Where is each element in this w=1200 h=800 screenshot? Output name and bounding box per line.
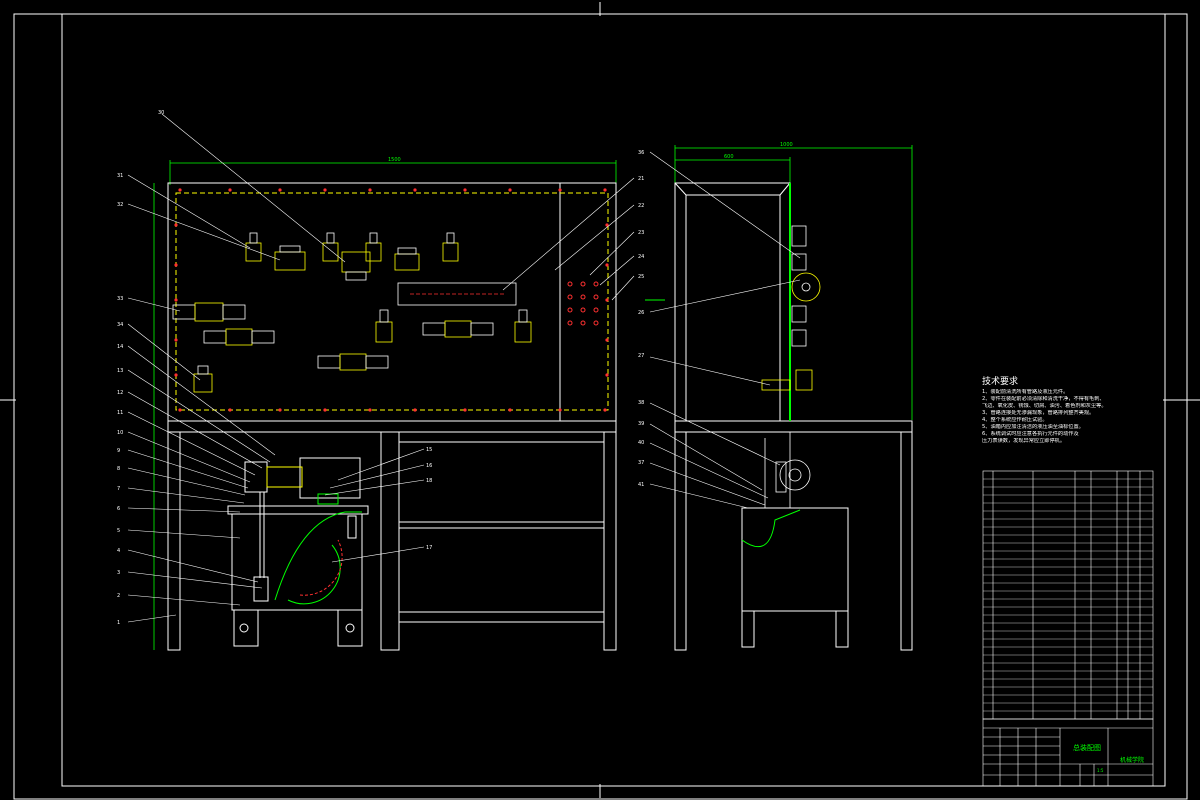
requirement-line: 飞边、氧化皮、锈蚀、切屑、油污、着色剂和灰尘等。	[982, 403, 1107, 409]
bom-rows	[983, 478, 1153, 712]
oil-tank	[227, 505, 369, 647]
front-panel	[167, 182, 617, 422]
panel-valves	[193, 232, 532, 393]
front-table-frame	[167, 420, 617, 651]
svg-text:11: 11	[117, 410, 123, 416]
side-callout-numbers: 36 26 27 38 39 40 37 41	[638, 150, 644, 488]
svg-text:25: 25	[638, 274, 644, 280]
svg-text:14: 14	[117, 344, 123, 350]
svg-text:17: 17	[426, 545, 432, 551]
svg-text:13: 13	[117, 368, 123, 374]
requirement-line: 2、零件在装配前必须清除和清洗干净，不得有毛刺、	[982, 396, 1105, 402]
scale-label: 1:5	[1097, 768, 1104, 773]
side-tank-cutaway	[741, 509, 801, 548]
title-block	[982, 718, 1154, 787]
requirement-line: 1、装配前清洗所有管路及液压元件。	[982, 389, 1069, 395]
bom-table	[982, 470, 1154, 720]
svg-text:3: 3	[117, 570, 120, 576]
svg-text:9: 9	[117, 448, 120, 454]
svg-text:8: 8	[117, 466, 120, 472]
svg-text:31: 31	[117, 173, 123, 179]
svg-text:38: 38	[638, 400, 644, 406]
svg-text:21: 21	[638, 176, 644, 182]
school-name: 机械学院	[1120, 756, 1144, 764]
directional-valves	[172, 282, 517, 371]
svg-text:1: 1	[117, 620, 120, 626]
svg-text:4: 4	[117, 548, 120, 554]
svg-text:7: 7	[117, 486, 120, 492]
svg-text:40: 40	[638, 440, 644, 446]
front-panel-dashed-border	[175, 192, 609, 411]
technical-requirements: 技术要求 1、装配前清洗所有管路及液压元件。 2、零件在装配前必须清除和清洗干净…	[982, 374, 1160, 445]
mounting-holes	[174, 188, 609, 412]
side-leaders	[649, 151, 801, 509]
svg-text:5: 5	[117, 528, 120, 534]
tank-cutaway	[274, 511, 362, 605]
requirements-title: 技术要求	[982, 377, 1019, 387]
svg-text:26: 26	[638, 310, 644, 316]
svg-text:30: 30	[158, 110, 164, 116]
svg-text:6: 6	[117, 506, 120, 512]
svg-text:33: 33	[117, 296, 123, 302]
svg-text:18: 18	[426, 478, 432, 484]
requirement-line: 压力表读数，发现异常应立即停机。	[982, 438, 1066, 444]
svg-text:2: 2	[117, 593, 120, 599]
svg-text:36: 36	[638, 150, 644, 156]
connector-grid	[567, 281, 599, 326]
svg-text:34: 34	[117, 322, 123, 328]
front-dimension-line	[153, 160, 617, 650]
svg-text:10: 10	[117, 430, 123, 436]
svg-text:23: 23	[638, 230, 644, 236]
side-dimension-label: 1000	[780, 142, 793, 148]
svg-text:24: 24	[638, 254, 644, 260]
drawing-title: 总装配图	[1073, 743, 1101, 752]
svg-text:27: 27	[638, 353, 644, 359]
svg-text:41: 41	[638, 482, 644, 488]
svg-text:39: 39	[638, 421, 644, 427]
requirement-line: 4、整个系统应作耐压试验。	[982, 417, 1048, 423]
front-view: 1500 313230 333414 131211 1098 765 432 1…	[117, 110, 644, 651]
svg-text:22: 22	[638, 203, 644, 209]
front-dimension-label: 1500	[388, 157, 401, 163]
requirement-line: 5、油箱内应加注清洁的液压油至油标位置。	[982, 424, 1084, 430]
requirement-line: 3、管路连接处无渗漏现象，管路排列整齐美观。	[982, 410, 1095, 416]
svg-text:37: 37	[638, 460, 644, 466]
requirement-line: 6、系统调试时应注意各执行元件的动作及	[982, 431, 1079, 437]
svg-text:16: 16	[426, 463, 432, 469]
side-view: 1000 600 362627 383940 3741	[638, 142, 913, 651]
svg-text:15: 15	[426, 447, 432, 453]
side-dimension-line	[674, 145, 913, 420]
svg-text:32: 32	[117, 202, 123, 208]
svg-text:12: 12	[117, 390, 123, 396]
side-dimension-inner-label: 600	[724, 154, 734, 160]
